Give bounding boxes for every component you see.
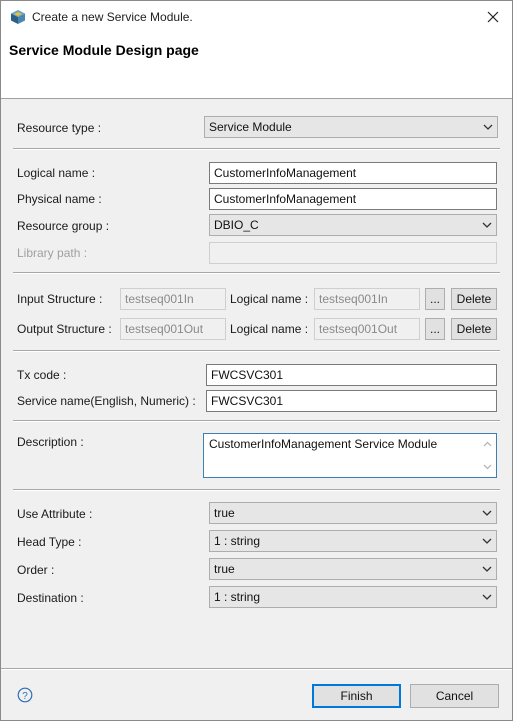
resource-type-value: Service Module [209, 120, 292, 134]
input-delete-button[interactable]: Delete [451, 288, 497, 310]
head-type-value: 1 : string [214, 534, 261, 548]
description-value: CustomerInfoManagement Service Module [209, 437, 438, 451]
order-select[interactable]: true [209, 558, 497, 580]
separator [13, 148, 500, 150]
use-attribute-label: Use Attribute : [17, 507, 93, 521]
close-icon [487, 11, 499, 23]
chevron-down-icon [482, 510, 492, 516]
chevron-down-icon [482, 566, 492, 572]
destination-select[interactable]: 1 : string [209, 586, 497, 608]
output-structure-field: testseq001Out [120, 318, 226, 340]
output-structure-label: Output Structure : [17, 322, 112, 336]
logical-name-field[interactable]: CustomerInfoManagement [209, 162, 497, 184]
input-structure-field: testseq001In [120, 288, 226, 310]
dialog-window: Create a new Service Module. Service Mod… [0, 0, 513, 721]
svg-text:?: ? [22, 691, 28, 702]
output-logical-name-field: testseq001Out [314, 318, 420, 340]
app-icon [11, 10, 25, 24]
library-path-field [209, 242, 497, 264]
use-attribute-select[interactable]: true [209, 502, 497, 524]
use-attribute-value: true [214, 506, 235, 520]
order-label: Order : [17, 563, 55, 577]
output-delete-button[interactable]: Delete [451, 318, 497, 340]
chevron-up-icon[interactable] [483, 441, 492, 447]
description-label: Description : [17, 435, 84, 449]
output-logical-name-label: Logical name : [230, 322, 309, 336]
head-type-select[interactable]: 1 : string [209, 530, 497, 552]
chevron-down-icon [482, 222, 492, 228]
service-name-field[interactable]: FWCSVC301 [206, 390, 497, 412]
chevron-down-icon [482, 594, 492, 600]
service-name-label: Service name(English, Numeric) : [17, 394, 196, 408]
tx-code-field[interactable]: FWCSVC301 [206, 364, 497, 386]
physical-name-label: Physical name : [17, 192, 102, 206]
resource-group-select[interactable]: DBIO_C [209, 214, 497, 236]
finish-button[interactable]: Finish [312, 684, 401, 708]
resource-group-label: Resource group : [17, 219, 110, 233]
physical-name-field[interactable]: CustomerInfoManagement [209, 188, 497, 210]
description-scrollbar[interactable] [480, 435, 495, 476]
separator [13, 489, 500, 491]
resource-type-select[interactable]: Service Module [204, 116, 498, 138]
input-logical-name-field: testseq001In [314, 288, 420, 310]
input-logical-name-label: Logical name : [230, 292, 309, 306]
window-title: Create a new Service Module. [32, 10, 193, 24]
order-value: true [214, 562, 235, 576]
destination-value: 1 : string [214, 590, 261, 604]
close-button[interactable] [474, 1, 512, 33]
head-type-label: Head Type : [17, 535, 82, 549]
input-browse-button[interactable]: ... [425, 288, 445, 310]
separator [13, 272, 500, 274]
description-textarea[interactable]: CustomerInfoManagement Service Module [203, 433, 497, 478]
tx-code-label: Tx code : [17, 368, 67, 382]
chevron-down-icon [483, 124, 493, 130]
chevron-down-icon [482, 538, 492, 544]
library-path-label: Library path : [17, 246, 88, 260]
output-browse-button[interactable]: ... [425, 318, 445, 340]
title-bar: Create a new Service Module. [1, 1, 512, 33]
resource-type-label: Resource type : [17, 121, 102, 135]
input-structure-label: Input Structure : [17, 292, 103, 306]
logical-name-label: Logical name : [17, 166, 96, 180]
separator [13, 420, 500, 422]
page-title: Service Module Design page [9, 42, 199, 58]
chevron-down-icon[interactable] [483, 464, 492, 470]
resource-group-value: DBIO_C [214, 218, 259, 232]
separator [13, 350, 500, 352]
footer-separator [1, 668, 512, 670]
wizard-header: Service Module Design page [1, 33, 512, 99]
help-icon[interactable]: ? [17, 687, 33, 703]
destination-label: Destination : [17, 591, 84, 605]
cancel-button[interactable]: Cancel [410, 684, 499, 708]
